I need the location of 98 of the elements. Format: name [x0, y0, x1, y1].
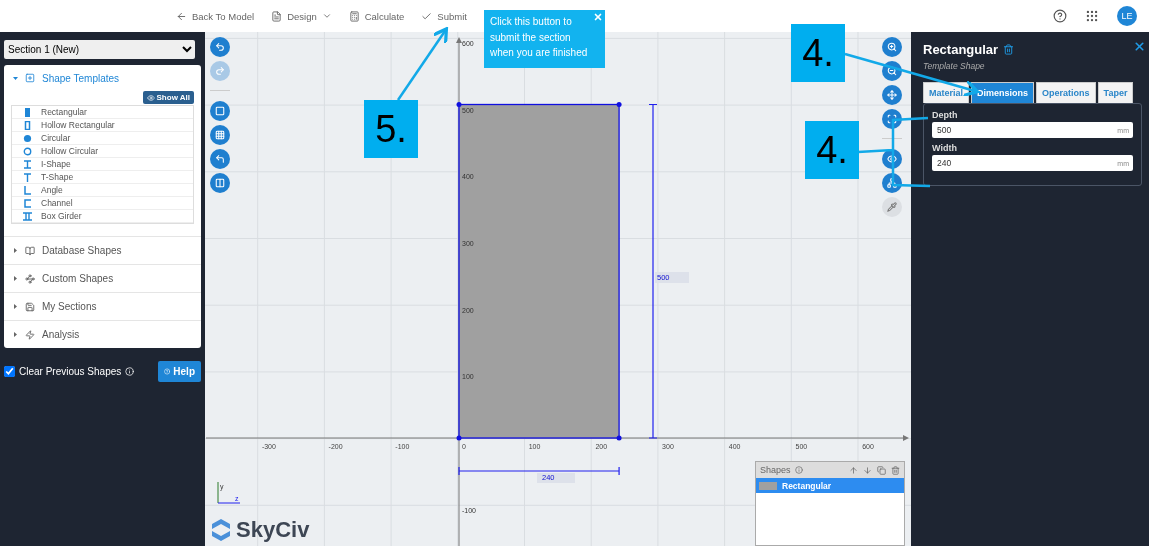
step-label: 5.	[364, 100, 418, 158]
tool-button[interactable]	[882, 37, 902, 57]
label-background	[655, 272, 689, 283]
field-label: Width	[932, 143, 958, 153]
shape-swatch	[759, 481, 777, 490]
shape-icon	[23, 172, 32, 182]
arrow-down-icon[interactable]	[863, 465, 872, 475]
vertex-handle[interactable]	[456, 102, 462, 107]
caret-icon	[13, 248, 18, 253]
step-label: 4.	[791, 24, 845, 82]
checkbox-label: Clear Previous Shapes	[19, 366, 122, 377]
panel-title: Rectangular	[923, 42, 999, 57]
columns-icon	[215, 178, 225, 188]
tab[interactable]: Operations	[1036, 82, 1096, 103]
shape-name: Rectangular	[782, 480, 832, 491]
template-item[interactable]: Rectangular	[12, 106, 193, 119]
undo-icon	[215, 42, 225, 52]
step-label: 4.	[805, 121, 859, 179]
sections-icon	[25, 301, 35, 312]
show-all-button[interactable]: Show All	[142, 91, 194, 104]
axis-indicator	[217, 481, 241, 504]
corner-icon	[215, 154, 225, 164]
accordion-header[interactable]: My Sections	[4, 292, 201, 320]
logo-text: SkyCiv	[236, 517, 310, 543]
nav-link[interactable]: Design	[271, 10, 332, 22]
database-icon	[25, 245, 35, 256]
tab[interactable]: Dimensions	[971, 82, 1035, 103]
tool-button[interactable]	[882, 85, 902, 105]
custom-icon	[25, 273, 35, 284]
tool-button[interactable]	[210, 101, 230, 121]
help-icon	[164, 367, 171, 376]
arrow-left-icon	[176, 10, 187, 22]
template-item[interactable]: Circular	[12, 132, 193, 145]
template-item[interactable]: Channel	[12, 197, 193, 210]
nav-link[interactable]: Submit	[421, 10, 467, 22]
caret-icon	[13, 276, 18, 281]
zoom-out-icon	[887, 66, 897, 76]
document-icon	[271, 10, 283, 22]
pipette-icon	[887, 202, 897, 212]
template-item[interactable]: I-Shape	[12, 158, 193, 171]
tool-button[interactable]	[210, 37, 230, 57]
redo-icon	[215, 66, 225, 76]
tab[interactable]: Taper	[1097, 82, 1134, 103]
info-icon	[794, 466, 803, 474]
copy-icon[interactable]	[877, 465, 886, 475]
apps-grid-icon[interactable]	[1085, 9, 1099, 23]
info-icon	[125, 367, 135, 376]
field-label: Depth	[932, 110, 959, 120]
shape-icon	[23, 211, 32, 221]
chevron-down-icon	[321, 11, 332, 21]
vertex-handle[interactable]	[456, 435, 462, 441]
check-icon	[421, 10, 433, 22]
logo-icon	[210, 518, 232, 542]
square-icon	[215, 106, 225, 116]
templates-icon	[25, 73, 35, 83]
network-icon	[887, 178, 897, 188]
close-icon[interactable]	[593, 12, 603, 22]
user-avatar[interactable]: LE	[1117, 6, 1137, 26]
zoom-in-icon	[887, 42, 897, 52]
section-select[interactable]: Section 1 (New)	[4, 40, 195, 59]
caret-icon	[13, 75, 18, 81]
accordion-header[interactable]: Custom Shapes	[4, 264, 201, 292]
arrow-up-icon[interactable]	[849, 465, 858, 475]
caret-icon	[13, 332, 18, 337]
label-background	[537, 473, 575, 483]
accordion-header[interactable]: Database Shapes	[4, 236, 201, 264]
template-item[interactable]: Hollow Rectangular	[12, 119, 193, 132]
tool-button[interactable]	[210, 149, 230, 169]
help-icon[interactable]	[1053, 9, 1067, 23]
help-button[interactable]: Help	[158, 361, 201, 382]
analysis-icon	[25, 329, 35, 340]
template-item[interactable]: Box Girder	[12, 210, 193, 223]
nav-link[interactable]: Back To Model	[176, 10, 255, 22]
vertex-handle[interactable]	[616, 435, 622, 441]
panel-subtitle: Template Shape	[923, 61, 986, 71]
tab[interactable]: Material	[923, 82, 969, 103]
tool-button[interactable]	[882, 109, 902, 129]
clear-shapes-checkbox[interactable]	[4, 366, 15, 377]
eye-icon	[146, 93, 155, 102]
panel-title: Shapes	[760, 465, 791, 475]
trash-icon[interactable]	[891, 465, 900, 475]
caret-icon	[13, 304, 18, 309]
vertex-handle[interactable]	[616, 102, 622, 107]
grid-icon	[215, 130, 225, 140]
move-icon	[887, 90, 897, 100]
shape-icon	[23, 159, 32, 169]
accordion-header[interactable]: Analysis	[4, 320, 201, 348]
tool-button[interactable]	[210, 125, 230, 145]
trash-icon[interactable]	[1003, 44, 1015, 55]
template-item[interactable]: T-Shape	[12, 171, 193, 184]
template-item[interactable]: Hollow Circular	[12, 145, 193, 158]
nav-link[interactable]: Calculate	[348, 10, 405, 22]
tool-button[interactable]	[210, 173, 230, 193]
accordion-header[interactable]: Shape Templates	[4, 65, 201, 91]
calculator-icon	[348, 10, 360, 22]
template-item[interactable]: Angle	[12, 184, 193, 197]
fit-icon	[887, 114, 897, 124]
eye-icon	[887, 154, 897, 164]
